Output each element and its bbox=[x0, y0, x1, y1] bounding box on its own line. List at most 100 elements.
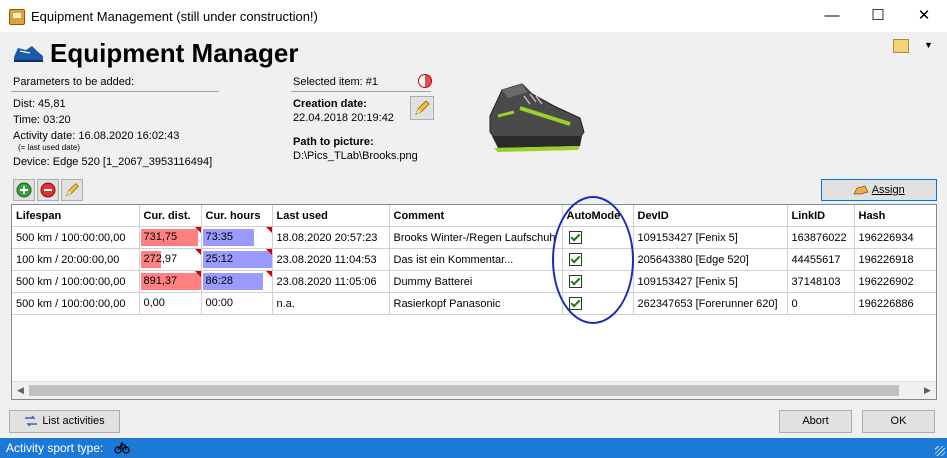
cell-cur-dist-overdue-flag bbox=[194, 227, 200, 233]
cell-cur-hours[interactable]: 00:00 bbox=[201, 292, 273, 315]
cell-last-used[interactable]: 18.08.2020 20:57:23 bbox=[272, 226, 390, 249]
cell-cur-hours-value: 00:00 bbox=[205, 297, 234, 309]
page-title: Equipment Manager bbox=[50, 38, 299, 68]
cell-linkid[interactable]: 163876022 bbox=[787, 226, 855, 249]
cell-cur-dist-value: 731,75 bbox=[143, 231, 178, 243]
cell-comment[interactable]: Brooks Winter-/Regen Laufschuh bbox=[389, 226, 563, 249]
cell-cur-hours[interactable]: 73:35 bbox=[201, 226, 273, 249]
cell-cur-hours-value: 86:28 bbox=[205, 275, 234, 287]
col-cur-dist[interactable]: Cur. dist. bbox=[139, 205, 202, 227]
pencil-icon bbox=[415, 100, 430, 115]
col-comment[interactable]: Comment bbox=[389, 205, 563, 227]
cell-cur-dist-value: 272,97 bbox=[143, 253, 178, 265]
cell-hash[interactable]: 196226886 bbox=[854, 292, 936, 315]
cell-devid[interactable]: 109153427 [Fenix 5] bbox=[633, 226, 788, 249]
col-cur-hours[interactable]: Cur. hours bbox=[201, 205, 273, 227]
selected-item-label: Selected item: #1 bbox=[293, 76, 378, 88]
param-time: Time: 03:20 bbox=[13, 114, 71, 126]
folder-tool-icon[interactable] bbox=[893, 39, 909, 53]
assign-button[interactable]: Assign bbox=[821, 179, 937, 201]
cell-automode[interactable] bbox=[562, 292, 634, 315]
shoe-logo-icon bbox=[14, 46, 43, 62]
cell-lifespan[interactable]: 500 km / 100:00:00,00 bbox=[12, 292, 140, 315]
resize-grip[interactable] bbox=[935, 446, 945, 456]
scroll-right-icon[interactable]: ▶ bbox=[919, 382, 936, 399]
cell-last-used[interactable]: 23.08.2020 11:05:06 bbox=[272, 270, 390, 293]
cell-automode[interactable] bbox=[562, 270, 634, 293]
col-lifespan[interactable]: Lifespan bbox=[12, 205, 140, 227]
cell-cur-dist-value: 0,00 bbox=[143, 297, 165, 309]
automode-checkbox[interactable] bbox=[568, 275, 582, 288]
cell-cur-dist[interactable]: 731,75 bbox=[139, 226, 202, 249]
cell-automode[interactable] bbox=[562, 226, 634, 249]
pencil-icon bbox=[65, 183, 79, 197]
scrollbar-thumb[interactable] bbox=[29, 385, 899, 396]
cell-last-used[interactable]: 23.08.2020 11:04:53 bbox=[272, 248, 390, 271]
cell-linkid[interactable]: 44455617 bbox=[787, 248, 855, 271]
table-row[interactable]: 500 km / 100:00:00,00 0,00 00:00 n.a. Rasier… bbox=[12, 292, 936, 315]
params-divider bbox=[11, 91, 219, 92]
cell-lifespan[interactable]: 500 km / 100:00:00,00 bbox=[12, 226, 140, 249]
scroll-left-icon[interactable]: ◀ bbox=[12, 382, 29, 399]
cell-cur-hours[interactable]: 86:28 bbox=[201, 270, 273, 293]
creation-date-label: Creation date: bbox=[293, 98, 367, 110]
cell-devid[interactable]: 262347653 [Forerunner 620] bbox=[633, 292, 788, 315]
status-text: Activity sport type: bbox=[6, 441, 104, 455]
col-hash[interactable]: Hash bbox=[854, 205, 936, 227]
abort-button[interactable]: Abort bbox=[779, 410, 852, 433]
list-activities-label: List activities bbox=[42, 415, 105, 427]
col-devid[interactable]: DevID bbox=[633, 205, 788, 227]
ok-button[interactable]: OK bbox=[862, 410, 935, 433]
list-activities-icon bbox=[25, 415, 38, 427]
automode-checkbox[interactable] bbox=[568, 253, 582, 266]
cell-lifespan[interactable]: 100 km / 20:00:00,00 bbox=[12, 248, 140, 271]
cell-cur-dist[interactable]: 891,37 bbox=[139, 270, 202, 293]
cell-cur-dist[interactable]: 272,97 bbox=[139, 248, 202, 271]
param-device: Device: Edge 520 [1_2067_3953116494] bbox=[13, 156, 213, 168]
cell-hash[interactable]: 196226934 bbox=[854, 226, 936, 249]
param-activity-date: Activity date: 16.08.2020 16:02:43 bbox=[13, 130, 180, 142]
cell-devid[interactable]: 109153427 [Fenix 5] bbox=[633, 270, 788, 293]
table-row[interactable]: 100 km / 20:00:00,00 272,97 25:12 23.08.202… bbox=[12, 248, 936, 271]
cell-hash[interactable]: 196226902 bbox=[854, 270, 936, 293]
cell-last-used[interactable]: n.a. bbox=[272, 292, 390, 315]
col-automode[interactable]: AutoMode bbox=[562, 205, 634, 227]
cell-cur-hours-value: 25:12 bbox=[205, 253, 234, 265]
table-row[interactable]: 500 km / 100:00:00,00 891,37 86:28 23.08.20… bbox=[12, 270, 936, 293]
cell-comment[interactable]: Das ist ein Kommentar... bbox=[389, 248, 563, 271]
edit-button[interactable] bbox=[61, 179, 83, 201]
horizontal-scrollbar[interactable]: ◀ ▶ bbox=[12, 381, 936, 399]
col-linkid[interactable]: LinkID bbox=[787, 205, 855, 227]
title-bar: Equipment Management (still under constr… bbox=[0, 0, 947, 32]
cell-devid[interactable]: 205643380 [Edge 520] bbox=[633, 248, 788, 271]
table-row[interactable]: 500 km / 100:00:00,00 731,75 73:35 18.08.20… bbox=[12, 226, 936, 249]
cell-comment[interactable]: Rasierkopf Panasonic bbox=[389, 292, 563, 315]
automode-checkbox[interactable] bbox=[568, 231, 582, 244]
cell-automode[interactable] bbox=[562, 248, 634, 271]
cell-hash[interactable]: 196226918 bbox=[854, 248, 936, 271]
cell-comment[interactable]: Dummy Batterei bbox=[389, 270, 563, 293]
automode-checkbox[interactable] bbox=[568, 297, 582, 310]
cell-linkid[interactable]: 37148103 bbox=[787, 270, 855, 293]
edit-selected-button[interactable] bbox=[410, 96, 434, 120]
params-heading: Parameters to be added: bbox=[13, 76, 135, 88]
window-title: Equipment Management (still under constr… bbox=[31, 9, 318, 24]
cell-cur-dist[interactable]: 0,00 bbox=[139, 292, 202, 315]
close-button[interactable]: ✕ bbox=[901, 0, 947, 32]
table-header: Lifespan Cur. dist. Cur. hours Last used… bbox=[12, 205, 936, 227]
equipment-table[interactable]: Lifespan Cur. dist. Cur. hours Last used… bbox=[11, 204, 937, 400]
cell-cur-hours[interactable]: 25:12 bbox=[201, 248, 273, 271]
chevron-down-icon[interactable]: ▼ bbox=[924, 40, 933, 50]
cell-linkid[interactable]: 0 bbox=[787, 292, 855, 315]
add-button[interactable] bbox=[13, 179, 35, 201]
list-activities-button[interactable]: List activities bbox=[9, 410, 120, 433]
param-last-used-note: (= last used date) bbox=[18, 143, 81, 152]
col-last-used[interactable]: Last used bbox=[272, 205, 390, 227]
maximize-button[interactable]: ☐ bbox=[855, 0, 901, 32]
remove-button[interactable] bbox=[37, 179, 59, 201]
cell-cur-dist-overdue-flag bbox=[194, 271, 200, 277]
cell-lifespan[interactable]: 500 km / 100:00:00,00 bbox=[12, 270, 140, 293]
minimize-button[interactable]: — bbox=[809, 0, 855, 32]
assign-label: Assign bbox=[871, 184, 905, 196]
cell-cur-dist-overdue-flag bbox=[194, 249, 200, 255]
